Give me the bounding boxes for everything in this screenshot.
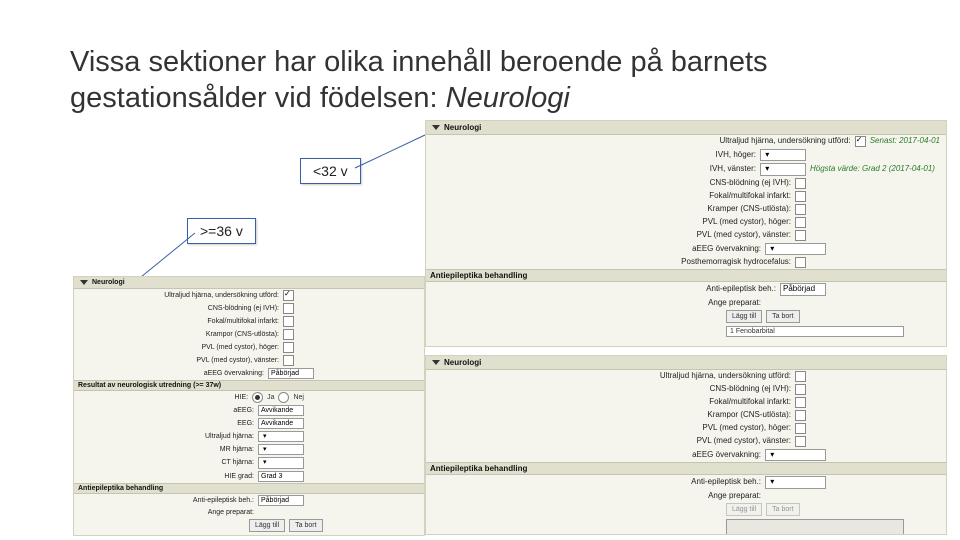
select-ivh-left[interactable]: ▾ bbox=[760, 163, 806, 175]
checkbox-fokal[interactable] bbox=[795, 191, 806, 202]
checkbox-pvl-right[interactable] bbox=[795, 217, 806, 228]
radio-hie-yes[interactable] bbox=[252, 392, 263, 403]
value-ivh-left: Högsta värde: Grad 2 (2017-04-01) bbox=[810, 164, 940, 174]
select-abeh[interactable]: Påbörjad bbox=[780, 283, 826, 295]
collapse-icon[interactable] bbox=[432, 360, 440, 365]
checkbox-fokal[interactable] bbox=[795, 397, 806, 408]
slide-title: Vissa sektioner har olika innehåll beroe… bbox=[70, 44, 890, 117]
select-eeg[interactable]: Avvikande bbox=[258, 418, 304, 429]
radio-hie-no[interactable] bbox=[278, 392, 289, 403]
checkbox-pvl-left[interactable] bbox=[795, 436, 806, 447]
subheader-result: Resultat av neurologisk utredning (>= 37… bbox=[74, 380, 424, 391]
panel-lt32: Neurologi Ultraljud hjärna, undersökning… bbox=[425, 120, 947, 347]
callout-ge36: >=36 v bbox=[187, 218, 256, 244]
add-button[interactable]: Lägg till bbox=[726, 503, 762, 516]
select-abeh[interactable]: ▾ bbox=[765, 476, 826, 488]
subheader-antiepileptika: Antiepileptika behandling bbox=[426, 269, 946, 282]
checkbox-cns[interactable] bbox=[283, 303, 294, 314]
checkbox-pvl-left[interactable] bbox=[283, 355, 294, 366]
checkbox-cns[interactable] bbox=[795, 178, 806, 189]
select-hiegrad[interactable]: Grad 3 bbox=[258, 471, 304, 482]
select-ivh-right[interactable]: ▾ bbox=[760, 149, 806, 161]
select-aeeg[interactable]: ▾ bbox=[765, 449, 826, 461]
select-mr[interactable]: ▾ bbox=[258, 444, 304, 455]
panel-header: Neurologi bbox=[426, 356, 946, 370]
select-ul[interactable]: ▾ bbox=[258, 431, 304, 442]
select-ct[interactable]: ▾ bbox=[258, 457, 304, 468]
callout-lt32: <32 v bbox=[300, 158, 361, 184]
checkbox-ultrasound[interactable] bbox=[855, 136, 866, 147]
subheader-antiepileptika: Antiepileptika behandling bbox=[426, 462, 946, 475]
title-italic: Neurologi bbox=[446, 82, 570, 114]
checkbox-pvl-right[interactable] bbox=[283, 342, 294, 353]
add-button[interactable]: Lägg till bbox=[726, 310, 762, 323]
drug-listbox[interactable]: 3 Midazolam bbox=[249, 535, 407, 536]
drug-listbox[interactable]: 1 Fenobarbital bbox=[726, 326, 904, 337]
checkbox-kramper[interactable] bbox=[795, 410, 806, 421]
panel-header-text: Neurologi bbox=[444, 123, 481, 132]
checkbox-pih[interactable] bbox=[795, 257, 806, 268]
subheader-antiepileptika: Antiepileptika behandling bbox=[74, 483, 424, 494]
select-aeeg[interactable]: Påbörjad bbox=[268, 368, 314, 379]
delete-button[interactable]: Ta bort bbox=[766, 310, 799, 323]
collapse-icon[interactable] bbox=[80, 280, 88, 285]
title-text: Vissa sektioner har olika innehåll beroe… bbox=[70, 46, 768, 114]
value-ultrasound-date: Senast: 2017-04-01 bbox=[870, 136, 940, 146]
drug-listbox[interactable] bbox=[726, 519, 904, 535]
row-ultrasound: Ultraljud hjärna, undersökning utförd:Se… bbox=[426, 135, 946, 148]
delete-button[interactable]: Ta bort bbox=[766, 503, 799, 516]
checkbox-ultrasound[interactable] bbox=[795, 371, 806, 382]
checkbox-ultrasound[interactable] bbox=[283, 290, 294, 301]
checkbox-kramper[interactable] bbox=[283, 329, 294, 340]
panel-32-35: Neurologi Ultraljud hjärna, undersökning… bbox=[425, 355, 947, 535]
checkbox-kramper[interactable] bbox=[795, 204, 806, 215]
select-abeh[interactable]: Påbörjad bbox=[258, 495, 304, 506]
checkbox-pvl-right[interactable] bbox=[795, 423, 806, 434]
panel-header: Neurologi bbox=[426, 121, 946, 135]
select-aeeg2[interactable]: Avvikande bbox=[258, 405, 304, 416]
delete-button[interactable]: Ta bort bbox=[289, 519, 322, 532]
collapse-icon[interactable] bbox=[432, 125, 440, 130]
add-button[interactable]: Lägg till bbox=[249, 519, 285, 532]
checkbox-cns[interactable] bbox=[795, 384, 806, 395]
select-aeeg[interactable]: ▾ bbox=[765, 243, 826, 255]
panel-ge36: Neurologi Ultraljud hjärna, undersökning… bbox=[73, 276, 425, 536]
panel-header: Neurologi bbox=[74, 277, 424, 289]
checkbox-fokal[interactable] bbox=[283, 316, 294, 327]
list-item: 1 Fenobarbital bbox=[730, 328, 775, 335]
checkbox-pvl-left[interactable] bbox=[795, 230, 806, 241]
